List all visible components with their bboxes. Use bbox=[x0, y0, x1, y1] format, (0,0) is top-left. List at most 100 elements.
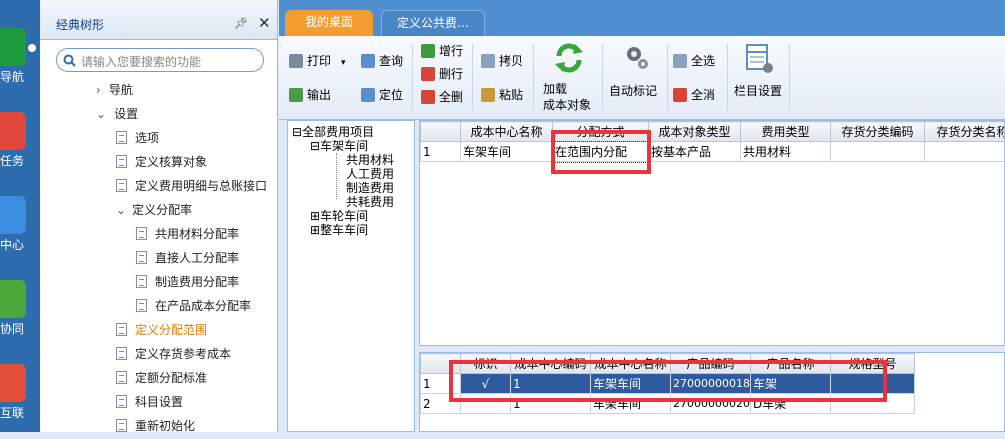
expand-icon[interactable]: ⊞ bbox=[310, 223, 320, 237]
column-settings-label: 栏目设置 bbox=[734, 82, 782, 99]
add-row-button[interactable]: 增行 bbox=[421, 42, 463, 60]
table-cell[interactable] bbox=[925, 142, 1005, 162]
tab-my-desktop[interactable]: 我的桌面 bbox=[285, 10, 373, 36]
collapse-icon[interactable]: ⊟ bbox=[310, 139, 320, 153]
nav-collaboration[interactable]: 队协同 bbox=[0, 274, 40, 352]
tree-item-reinitialize[interactable]: 重新初始化 bbox=[116, 417, 195, 439]
export-button[interactable]: 输出 bbox=[289, 86, 331, 104]
tree-item-quota-standard[interactable]: 定额分配标准 bbox=[116, 369, 207, 391]
column-header[interactable]: 费用类型 bbox=[741, 122, 831, 142]
deselect-all-icon bbox=[673, 88, 687, 102]
document-icon bbox=[116, 179, 127, 192]
tree-item-define-expense-detail[interactable]: 定义费用明细与总账接口 bbox=[116, 177, 302, 199]
nav-label: 队协同 bbox=[0, 320, 40, 337]
deselect-all-label: 全消 bbox=[691, 88, 715, 102]
nav-tasks[interactable]: 里任务 bbox=[0, 106, 40, 184]
query-icon bbox=[361, 54, 375, 68]
tree-item-shared-material-rate[interactable]: 共用材料分配率 bbox=[136, 225, 239, 247]
nav-business-guide[interactable]: 务导航 bbox=[0, 22, 40, 100]
table-row[interactable]: 1 车架车间 在范围内分配 按基本产品 共用材料 bbox=[421, 142, 1005, 162]
chevron-down-icon[interactable] bbox=[28, 44, 36, 52]
tree-item-account-settings[interactable]: 科目设置 bbox=[116, 393, 183, 415]
tree-item-define-allocation-scope[interactable]: 定义分配范围 bbox=[116, 321, 207, 343]
tab-label: 定义公共费… bbox=[397, 16, 469, 30]
expense-tree-workshop-vehicle[interactable]: ⊞整车车间 bbox=[310, 221, 368, 238]
tree-item-label: 定额分配标准 bbox=[135, 371, 207, 385]
column-header[interactable]: 存货分类编码 bbox=[831, 122, 925, 142]
tree-item-label: 科目设置 bbox=[135, 395, 183, 409]
copy-button[interactable]: 拷贝 bbox=[481, 52, 523, 70]
collapse-icon[interactable]: ⊟ bbox=[292, 125, 302, 139]
nav-interconnect[interactable]: 业互联 bbox=[0, 358, 40, 436]
paste-button[interactable]: 粘贴 bbox=[481, 86, 523, 104]
tree-item-label: 定义存货参考成本 bbox=[135, 347, 231, 361]
paste-icon bbox=[481, 88, 495, 102]
sidebar-title: 经典树形 bbox=[56, 16, 104, 33]
column-settings-icon bbox=[746, 44, 774, 74]
document-icon bbox=[116, 419, 127, 432]
row-number: 1 bbox=[421, 142, 461, 162]
expense-tree-panel: ⊟全部费用项目 ⊟车架车间 共用材料 人工费用 制造费用 共耗费用 ⊞车轮车间 … bbox=[287, 120, 415, 432]
search-placeholder: 请输入您要搜索的功能 bbox=[81, 53, 201, 70]
tab-define-public-expense[interactable]: 定义公共费… bbox=[381, 10, 485, 36]
tree-line bbox=[336, 153, 337, 199]
printer-icon bbox=[289, 54, 303, 68]
load-label-line1: 加载 bbox=[543, 80, 567, 97]
tree-item-label: 定义费用明细与总账接口 bbox=[135, 179, 267, 193]
pin-icon[interactable]: 📌︎ bbox=[234, 17, 248, 30]
nav-label: 表中心 bbox=[0, 236, 40, 253]
document-icon bbox=[116, 347, 127, 360]
tree-item-label: 共用材料分配率 bbox=[155, 227, 239, 241]
grid-icon bbox=[0, 28, 26, 66]
tree-item-label: 定义分配率 bbox=[132, 203, 192, 217]
toolbar-separator bbox=[472, 44, 473, 110]
select-all-label: 全选 bbox=[691, 54, 715, 68]
table-header-row: 成本中心名称 分配方式 成本对象类型 费用类型 存货分类编码 存货分类名称 bbox=[421, 122, 1005, 142]
load-cost-object-button[interactable]: 加载 成本对象 bbox=[541, 42, 599, 116]
document-icon bbox=[116, 371, 127, 384]
tree-item-wip-cost-rate[interactable]: 在产品成本分配率 bbox=[136, 297, 251, 319]
close-icon[interactable]: ✕ bbox=[258, 14, 271, 32]
tree-item-options[interactable]: 选项 bbox=[116, 129, 159, 151]
tree-item-define-allocation-rate[interactable]: ⌄定义分配率 bbox=[116, 201, 192, 223]
column-header[interactable]: 成本对象类型 bbox=[649, 122, 741, 142]
table-cell[interactable]: 按基本产品 bbox=[649, 142, 741, 162]
nav-report-center[interactable]: 表中心 bbox=[0, 190, 40, 268]
table-cell[interactable] bbox=[831, 142, 925, 162]
delete-all-button[interactable]: 全删 bbox=[421, 88, 463, 106]
select-all-icon bbox=[673, 54, 687, 68]
column-header[interactable]: 存货分类名称 bbox=[925, 122, 1005, 142]
query-button[interactable]: 查询 bbox=[361, 52, 403, 70]
tree-item-label: 定义分配范围 bbox=[135, 323, 207, 337]
tab-label: 我的桌面 bbox=[305, 15, 353, 29]
deselect-all-button[interactable]: 全消 bbox=[673, 86, 715, 104]
compass-icon bbox=[0, 280, 26, 318]
column-settings-button[interactable]: 栏目设置 bbox=[732, 42, 788, 116]
select-all-button[interactable]: 全选 bbox=[673, 52, 715, 70]
delete-row-button[interactable]: 删行 bbox=[421, 65, 463, 83]
tree-item-define-reference-cost[interactable]: 定义存货参考成本 bbox=[116, 345, 231, 367]
highlight-box bbox=[449, 360, 887, 402]
locate-button[interactable]: 定位 bbox=[361, 86, 403, 104]
tree-item-manufacturing-cost-rate[interactable]: 制造费用分配率 bbox=[136, 273, 239, 295]
tree-item-direct-labor-rate[interactable]: 直接人工分配率 bbox=[136, 249, 239, 271]
tree-item-define-accounting-object[interactable]: 定义核算对象 bbox=[116, 153, 207, 175]
delete-all-icon bbox=[421, 90, 435, 104]
copy-label: 拷贝 bbox=[499, 54, 523, 68]
dropdown-arrow-icon[interactable]: ▾ bbox=[341, 58, 346, 68]
search-input[interactable]: 请输入您要搜索的功能 bbox=[56, 48, 264, 72]
auto-mark-button[interactable]: 自动标记 bbox=[607, 42, 665, 116]
search-icon bbox=[63, 54, 76, 67]
sidebar-tree-panel: 经典树形 📌︎ ✕ 请输入您要搜索的功能 ›导航 ⌄设置 选项 定义核算对象 定… bbox=[40, 0, 278, 432]
tree-item-navigation[interactable]: ›导航 bbox=[96, 81, 133, 103]
tree-item-settings[interactable]: ⌄设置 bbox=[96, 105, 138, 127]
document-icon bbox=[116, 131, 127, 144]
table-cell[interactable]: 车架车间 bbox=[461, 142, 553, 162]
column-header[interactable]: 成本中心名称 bbox=[461, 122, 553, 142]
nav-label: 务导航 bbox=[0, 68, 40, 85]
table-cell[interactable]: 共用材料 bbox=[741, 142, 831, 162]
print-button[interactable]: 打印▾ bbox=[289, 52, 346, 70]
delete-row-label: 删行 bbox=[439, 67, 463, 81]
gear-icon bbox=[623, 44, 649, 72]
chevron-right-icon: › bbox=[96, 83, 101, 97]
